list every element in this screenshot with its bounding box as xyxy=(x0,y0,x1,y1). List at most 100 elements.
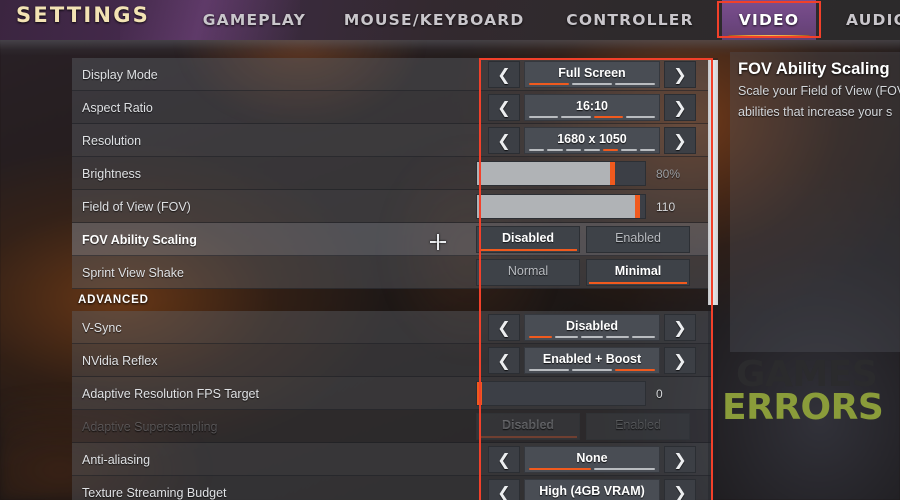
setting-label: Display Mode xyxy=(82,67,158,82)
chevron-left-icon[interactable]: ❮ xyxy=(488,61,520,88)
setting-value-combo[interactable]: None xyxy=(524,446,660,473)
chevron-left-icon[interactable]: ❮ xyxy=(488,347,520,374)
section-header-advanced: ADVANCED xyxy=(72,289,712,311)
slider-handle[interactable] xyxy=(634,195,640,218)
setting-row-sprint-view-shake[interactable]: Sprint View Shake Normal Minimal xyxy=(72,256,712,289)
chevron-right-icon[interactable]: ❯ xyxy=(664,347,696,374)
setting-row-adaptive-supersampling[interactable]: Adaptive Supersampling Disabled Enabled xyxy=(72,410,712,443)
setting-row-texture-streaming-budget[interactable]: Texture Streaming Budget ❮ High (4GB VRAM)… xyxy=(72,476,712,500)
settings-list[interactable]: Display Mode ❮ Full Screen ❯ Aspect Ratio ❮ 16… xyxy=(72,58,712,500)
option-segment xyxy=(615,369,655,371)
setting-value-combo[interactable]: High (4GB VRAM) xyxy=(524,479,660,500)
toggle-option-disabled[interactable]: Disabled xyxy=(476,226,580,253)
option-segment xyxy=(621,149,637,151)
chevron-left-icon[interactable]: ❮ xyxy=(488,446,520,473)
setting-slider[interactable] xyxy=(476,381,646,406)
option-segment xyxy=(529,116,559,118)
option-segment xyxy=(529,468,591,470)
chevron-left-icon[interactable]: ❮ xyxy=(488,479,520,500)
option-segment xyxy=(554,336,578,338)
description-line-1: Scale your Field of View (FOV xyxy=(738,84,900,98)
option-segment xyxy=(529,336,552,338)
setting-row-display-mode[interactable]: Display Mode ❮ Full Screen ❯ xyxy=(72,58,712,91)
setting-row-anti-aliasing[interactable]: Anti-aliasing ❮ None ❯ xyxy=(72,443,712,476)
crosshair-cursor-icon xyxy=(430,234,446,250)
chevron-right-icon[interactable]: ❯ xyxy=(664,314,696,341)
option-position-indicator xyxy=(529,468,655,470)
toggle-option-label: Enabled xyxy=(615,231,661,245)
chevron-left-icon[interactable]: ❮ xyxy=(488,314,520,341)
toggle-option-label: Enabled xyxy=(615,418,661,432)
section-header-label: ADVANCED xyxy=(78,294,149,306)
setting-value-text: 1680 x 1050 xyxy=(557,132,627,146)
page-title: SETTINGS xyxy=(16,3,150,27)
chevron-left-icon[interactable]: ❮ xyxy=(488,127,520,154)
option-segment xyxy=(572,83,612,85)
option-segment xyxy=(593,116,623,118)
setting-value-text: 16:10 xyxy=(576,99,608,113)
option-position-indicator xyxy=(529,149,655,151)
chevron-right-icon[interactable]: ❯ xyxy=(664,94,696,121)
chevron-right-icon[interactable]: ❯ xyxy=(664,61,696,88)
option-segment xyxy=(593,468,655,470)
tab-label: VIDEO xyxy=(738,11,800,29)
option-segment xyxy=(529,369,569,371)
setting-slider[interactable] xyxy=(476,194,646,219)
setting-row-v-sync[interactable]: V-Sync ❮ Disabled ❯ xyxy=(72,311,712,344)
chevron-right-icon[interactable]: ❯ xyxy=(664,446,696,473)
setting-slider[interactable] xyxy=(476,161,646,186)
option-segment xyxy=(529,149,545,151)
setting-label: Texture Streaming Budget xyxy=(82,485,227,500)
setting-value-combo[interactable]: Disabled xyxy=(524,314,660,341)
top-tab-bar: SETTINGS GAMEPLAY MOUSE/KEYBOARD CONTROLLE… xyxy=(0,0,900,40)
scrollbar-thumb[interactable] xyxy=(708,60,718,305)
option-segment xyxy=(602,149,619,151)
setting-label: Field of View (FOV) xyxy=(82,199,191,214)
setting-value-combo[interactable]: Enabled + Boost xyxy=(524,347,660,374)
description-title: FOV Ability Scaling xyxy=(738,60,890,78)
description-panel: FOV Ability Scaling Scale your Field of … xyxy=(730,52,900,352)
setting-value-combo[interactable]: Full Screen xyxy=(524,61,660,88)
setting-value-combo[interactable]: 1680 x 1050 xyxy=(524,127,660,154)
setting-row-adaptive-resolution-fps-target[interactable]: Adaptive Resolution FPS Target 0 xyxy=(72,377,712,410)
chevron-right-icon[interactable]: ❯ xyxy=(664,479,696,500)
description-line-2: abilities that increase your s xyxy=(738,105,893,119)
chevron-right-icon[interactable]: ❯ xyxy=(664,127,696,154)
setting-row-field-of-view-fov[interactable]: Field of View (FOV) 110 xyxy=(72,190,712,223)
chevron-left-icon[interactable]: ❮ xyxy=(488,94,520,121)
setting-label: FOV Ability Scaling xyxy=(82,232,197,247)
toggle-option-label: Normal xyxy=(507,264,549,278)
setting-row-fov-ability-scaling[interactable]: FOV Ability Scaling Disabled Enabled xyxy=(72,223,712,256)
setting-row-nvidia-reflex[interactable]: NVidia Reflex ❮ Enabled + Boost ❯ xyxy=(72,344,712,377)
slider-value: 110 xyxy=(656,199,676,214)
setting-row-brightness[interactable]: Brightness 80% xyxy=(72,157,712,190)
setting-value-combo[interactable]: 16:10 xyxy=(524,94,660,121)
tab-label: CONTROLLER xyxy=(566,11,694,29)
setting-row-resolution[interactable]: Resolution ❮ 1680 x 1050 ❯ xyxy=(72,124,712,157)
tab-mouse-keyboard[interactable]: MOUSE/KEYBOARD xyxy=(344,0,523,40)
setting-value-text: Enabled + Boost xyxy=(542,352,642,366)
toggle-option-enabled[interactable]: Enabled xyxy=(586,226,690,253)
toggle-option-disabled: Disabled xyxy=(476,413,580,440)
setting-row-aspect-ratio[interactable]: Aspect Ratio ❮ 16:10 ❯ xyxy=(72,91,712,124)
slider-handle[interactable] xyxy=(477,382,482,405)
slider-handle[interactable] xyxy=(609,162,615,185)
tab-audio[interactable]: AUDIO xyxy=(843,0,900,40)
setting-label: Aspect Ratio xyxy=(82,100,153,115)
slider-value: 0 xyxy=(656,386,663,401)
tab-controller[interactable]: CONTROLLER xyxy=(566,0,692,40)
settings-screen: SETTINGS GAMEPLAY MOUSE/KEYBOARD CONTROLLE… xyxy=(0,0,900,500)
slider-fill xyxy=(477,195,640,218)
option-segment xyxy=(529,83,569,85)
tab-video[interactable]: VIDEO xyxy=(722,0,816,40)
toggle-option-normal[interactable]: Normal xyxy=(476,259,580,286)
option-position-indicator xyxy=(529,83,655,85)
tab-gameplay[interactable]: GAMEPLAY xyxy=(203,0,305,40)
option-segment xyxy=(584,149,600,151)
toggle-option-minimal[interactable]: Minimal xyxy=(586,259,690,286)
tab-label: AUDIO xyxy=(846,11,900,29)
setting-label: Adaptive Supersampling xyxy=(82,419,218,434)
setting-label: Adaptive Resolution FPS Target xyxy=(82,386,259,401)
option-segment xyxy=(606,336,630,338)
setting-label: Brightness xyxy=(82,166,142,181)
